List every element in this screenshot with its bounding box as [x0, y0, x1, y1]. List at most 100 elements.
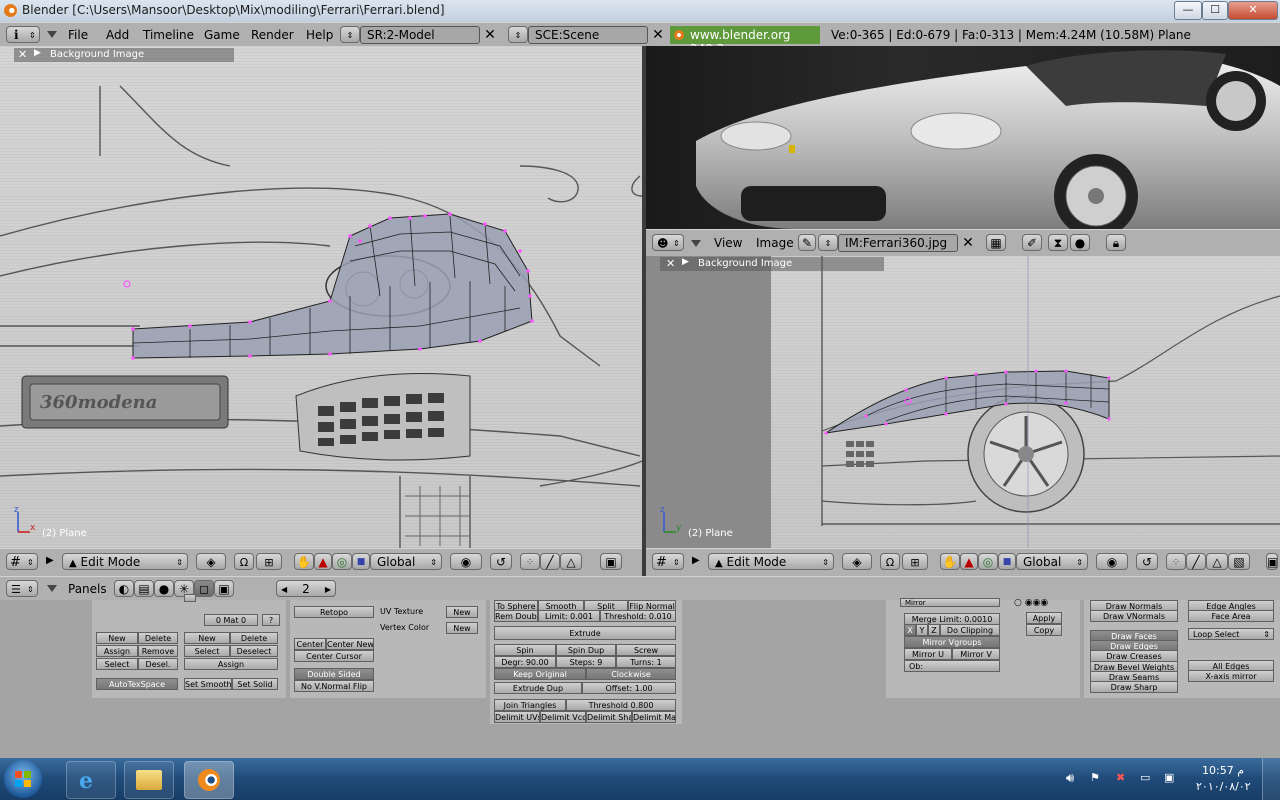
edge-select-icon[interactable]: ╱ [1186, 553, 1206, 570]
expand-triangle-icon[interactable]: ▶ [46, 555, 54, 566]
scale-manipulator-icon[interactable]: ◎ [978, 553, 998, 570]
close-button[interactable]: ✕ [1228, 1, 1278, 20]
mirror-object-field[interactable]: Ob: [904, 660, 1000, 672]
extrude-button[interactable]: Extrude [494, 626, 676, 640]
viewport-side[interactable]: z y ✕ ▶ Background Image (2) Plane [646, 256, 1280, 548]
editing-context-icon[interactable]: ◻ [194, 580, 214, 597]
image-unlink-icon[interactable]: ✕ [960, 235, 976, 251]
threshold-field[interactable]: Threshold: 0.010 [600, 610, 676, 622]
modifier-apply-button[interactable]: Apply [1026, 612, 1062, 624]
record-icon[interactable]: ● [1070, 234, 1090, 251]
flag-icon[interactable]: ⚑ [1090, 771, 1100, 784]
set-smooth-button[interactable]: Set Smooth [184, 678, 232, 690]
orientation-select[interactable]: Global ⇕ [370, 553, 442, 570]
explorer-button[interactable] [124, 761, 174, 799]
collapse-triangle-icon[interactable] [46, 583, 58, 597]
clockwise-toggle[interactable]: Clockwise [586, 668, 676, 680]
draw-type-button[interactable]: ◈ [196, 553, 226, 570]
material-select-button[interactable]: Select [184, 645, 230, 657]
logic-context-icon[interactable]: ◐ [114, 580, 134, 597]
screw-button[interactable]: Screw [616, 644, 676, 656]
close-icon[interactable]: ✕ [18, 48, 27, 61]
uv-sync-icon[interactable]: ⧗ [1048, 234, 1068, 251]
select-button[interactable]: Select [96, 658, 138, 670]
editor-type-button[interactable]: # ⇕ [652, 553, 684, 570]
panel-scroll-handle[interactable] [184, 594, 196, 602]
assign-button[interactable]: Assign [96, 645, 138, 657]
frame-number-field[interactable]: ◀ 2 ▶ [276, 580, 336, 597]
limit-field[interactable]: Limit: 0.001 [538, 610, 600, 622]
network-icon[interactable]: ✖ [1116, 771, 1125, 784]
autotexspace-toggle[interactable]: AutoTexSpace [96, 678, 178, 690]
mirror-v-toggle[interactable]: Mirror V [952, 648, 1000, 660]
object-center[interactable] [123, 280, 131, 288]
scene-browse-button[interactable]: ⇕ [508, 26, 528, 43]
draw-sharp-toggle[interactable]: Draw Sharp [1090, 681, 1178, 693]
menu-help[interactable]: Help [306, 28, 333, 42]
window-type-menu[interactable]: i ⇕ [6, 26, 40, 43]
show-desktop-button[interactable] [1262, 758, 1280, 800]
material-delete-button[interactable]: Delete [230, 632, 278, 644]
delimit-mat-toggle[interactable]: Delimit Mat [632, 711, 676, 723]
image-pack-icon[interactable]: ▦ [986, 234, 1006, 251]
editor-type-button[interactable]: ☰ ⇕ [6, 580, 38, 597]
extrude-dup-button[interactable]: Extrude Dup [494, 682, 582, 694]
collapse-triangle-icon[interactable] [46, 29, 58, 43]
volume-icon[interactable]: 🔊︎ [1066, 771, 1074, 786]
script-context-icon[interactable]: ▤ [134, 580, 154, 597]
menu-view[interactable]: View [714, 236, 742, 250]
render-preview-icon[interactable]: ▣ [600, 553, 622, 570]
display-icon[interactable]: ▣ [1164, 771, 1174, 784]
start-button[interactable] [4, 760, 42, 798]
menu-image[interactable]: Image [756, 236, 794, 250]
retopo-toggle[interactable]: Retopo [294, 606, 374, 618]
usb-icon[interactable]: ▭ [1140, 771, 1150, 784]
draw-vnormals-toggle[interactable]: Draw VNormals [1090, 610, 1178, 622]
mirror-axis-z-toggle[interactable]: Z [928, 624, 940, 636]
pivot-magnet-icon[interactable]: Ω [234, 553, 254, 570]
viewport-front[interactable]: 360modena z x ✕ ▶ Background Image (2) P… [0, 46, 642, 548]
offset-field[interactable]: Offset: 1.00 [582, 682, 676, 694]
occlude-geometry-icon[interactable]: ▧ [1228, 553, 1250, 570]
maximize-button[interactable]: ☐ [1202, 1, 1228, 20]
spin-button[interactable]: Spin [494, 644, 556, 656]
menu-game[interactable]: Game [204, 28, 240, 42]
remove-button[interactable]: Remove [138, 645, 178, 657]
keep-original-toggle[interactable]: Keep Original [494, 668, 586, 680]
snap-icon[interactable]: ⊞ [902, 553, 928, 570]
website-link[interactable]: www.blender.org 249.2 [670, 26, 820, 56]
close-icon[interactable]: ✕ [666, 257, 675, 270]
center-cursor-button[interactable]: Center Cursor [294, 650, 374, 662]
scene-name-field[interactable]: SCE:Scene [528, 26, 648, 44]
face-select-icon[interactable]: △ [560, 553, 582, 570]
scene-context-icon[interactable]: ▣ [214, 580, 234, 597]
image-editor[interactable] [646, 46, 1280, 229]
menu-render[interactable]: Render [251, 28, 294, 42]
center-button[interactable]: Center [294, 638, 326, 650]
clock-time[interactable]: 10:57 م [1202, 764, 1244, 777]
image-name-field[interactable]: IM:Ferrari360.jpg [838, 234, 958, 252]
menu-file[interactable]: File [68, 28, 88, 42]
clock-date[interactable]: ٢٠١٠/٠٨/٠٢ [1196, 780, 1251, 793]
delimit-sharp-toggle[interactable]: Delimit Sha [586, 711, 632, 723]
lock-icon[interactable]: 🔒︎ [1106, 234, 1126, 251]
hand-icon[interactable]: ✋ [940, 553, 960, 570]
screen-name-field[interactable]: SR:2-Model [360, 26, 480, 44]
undo-icon[interactable]: ↺ [490, 553, 512, 570]
internet-explorer-button[interactable]: e [66, 761, 116, 799]
proportional-edit-icon[interactable]: ◉ [450, 553, 482, 570]
material-index-field[interactable]: 0 Mat 0 [204, 614, 258, 626]
set-solid-button[interactable]: Set Solid [232, 678, 278, 690]
rem-doubles-button[interactable]: Rem Doubl [494, 610, 538, 622]
translate-manipulator-icon[interactable]: ■ [352, 553, 370, 570]
scene-delete-icon[interactable]: ✕ [650, 27, 666, 43]
modifier-toggles-icon[interactable]: ○ ◉◉◉ [1014, 598, 1048, 608]
shading-context-icon[interactable]: ● [154, 580, 174, 597]
double-sided-toggle[interactable]: Double Sided [294, 668, 374, 680]
x-axis-mirror-toggle[interactable]: X-axis mirror [1188, 670, 1274, 682]
material-deselect-button[interactable]: Deselect [230, 645, 278, 657]
delimit-vcol-toggle[interactable]: Delimit Vcol [540, 711, 586, 723]
join-threshold-field[interactable]: Threshold 0.800 [566, 699, 676, 711]
no-vnormal-flip-toggle[interactable]: No V.Normal Flip [294, 680, 374, 692]
vertex-select-icon[interactable]: ⁘ [1166, 553, 1186, 570]
